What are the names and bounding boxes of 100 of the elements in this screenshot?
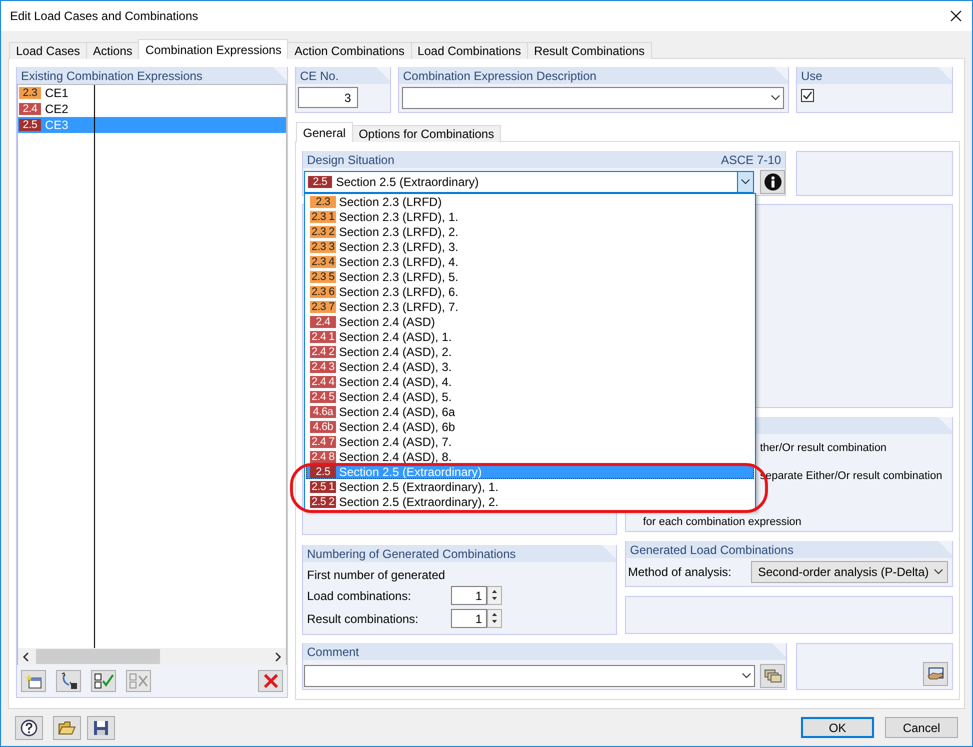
ce-number-field[interactable]: 3 xyxy=(298,87,358,108)
hand-icon[interactable] xyxy=(923,662,948,686)
situation-badge: 4.6a xyxy=(310,406,336,418)
situation-badge: 2.3 3 xyxy=(310,240,336,252)
situation-badge: 2.3 1 xyxy=(310,210,336,222)
tab[interactable]: Load Combinations xyxy=(410,42,528,59)
situation-badge: 2.4 3 xyxy=(310,360,336,372)
option-label: Section 2.4 (ASD), 2. xyxy=(339,344,452,358)
close-icon[interactable] xyxy=(950,10,962,22)
section-label: First number of generated xyxy=(307,568,446,582)
situation-badge: 2.3 4 xyxy=(310,256,336,268)
spin-buttons[interactable] xyxy=(487,586,502,605)
option-text: for each combination expression xyxy=(642,516,802,528)
panel-title: Generated Load Combinations xyxy=(630,542,794,556)
description-combobox[interactable] xyxy=(402,87,784,109)
situation-badge: 2.3 2 xyxy=(310,226,336,238)
chevron-down-icon xyxy=(770,95,780,101)
scrollbar-thumb[interactable] xyxy=(36,649,160,664)
tab[interactable]: Result Combinations xyxy=(526,42,652,59)
option-label: Section 2.3 (LRFD) xyxy=(339,194,442,208)
option-label: Section 2.4 (ASD), 7. xyxy=(339,434,452,448)
spin-buttons[interactable] xyxy=(487,609,502,628)
tab[interactable]: General xyxy=(296,122,353,142)
tab[interactable]: Combination Expressions xyxy=(138,39,288,59)
field-label: Method of analysis: xyxy=(628,565,732,579)
option-label: Section 2.5 (Extraordinary) xyxy=(339,464,482,478)
option-label: Section 2.3 (LRFD), 3. xyxy=(339,240,458,254)
design-situation-combobox[interactable]: 2.5 Section 2.5 (Extraordinary) xyxy=(304,171,754,193)
option-label: Section 2.3 (LRFD), 2. xyxy=(339,224,458,238)
tab[interactable]: Options for Combinations xyxy=(352,125,502,142)
option-label: Section 2.3 (LRFD), 5. xyxy=(339,270,458,284)
dialog-button[interactable]: OK xyxy=(801,717,874,738)
option-label: Section 2.5 (Extraordinary), 1. xyxy=(339,480,498,494)
panel-title: Numbering of Generated Combinations xyxy=(307,546,516,560)
situation-badge: 2.4 4 xyxy=(310,376,336,388)
field-label: Load combinations: xyxy=(307,588,412,602)
scrollbar[interactable] xyxy=(17,648,287,665)
chevron-down-icon xyxy=(934,569,943,575)
situation-badge: 2.3 7 xyxy=(310,300,336,312)
situation-badge: 2.4 xyxy=(310,316,336,328)
situation-badge: 2.5 xyxy=(310,466,336,478)
info-icon xyxy=(764,173,782,191)
panel-title: Comment xyxy=(307,644,360,658)
help-icon[interactable] xyxy=(15,716,43,740)
situation-badge: 2.4 7 xyxy=(310,436,336,448)
chevron-down-icon xyxy=(741,179,750,185)
option-label: Section 2.3 (LRFD), 1. xyxy=(339,210,458,224)
situation-badge: 2.3 5 xyxy=(310,270,336,282)
situation-badge: 2.4 2 xyxy=(310,346,336,358)
uncheck-all-icon[interactable] xyxy=(126,670,151,692)
situation-badge: 2.4 5 xyxy=(310,390,336,402)
situation-badge: 4.6b xyxy=(310,420,336,432)
option-label: Section 2.4 (ASD), 6b xyxy=(339,420,456,434)
expression-name: CE3 xyxy=(45,118,68,132)
dialog-button[interactable]: Cancel xyxy=(885,717,958,738)
situation-badge: 2.3 6 xyxy=(310,286,336,298)
folder-icon[interactable] xyxy=(53,716,81,740)
save-icon[interactable] xyxy=(87,716,115,740)
scroll-left-icon[interactable] xyxy=(22,652,30,662)
field-label: Result combinations: xyxy=(307,612,418,626)
situation-badge: 2.4 1 xyxy=(310,330,336,342)
list-item[interactable]: 2.3 CE1 xyxy=(18,85,286,101)
tab[interactable]: Load Cases xyxy=(9,42,88,59)
scroll-right-icon[interactable] xyxy=(274,652,282,662)
comment-combobox[interactable] xyxy=(304,665,755,687)
number-field[interactable]: 1 xyxy=(451,586,487,605)
panel-title: Combination Expression Description xyxy=(403,68,596,82)
option-label: Section 2.4 (ASD) xyxy=(339,314,436,328)
option-label: Section 2.4 (ASD), 6a xyxy=(339,404,456,418)
situation-badge: 2.4 8 xyxy=(310,450,336,462)
tab[interactable]: Action Combinations xyxy=(287,42,412,59)
situation-badge: 2.4 xyxy=(19,103,41,115)
tab[interactable]: Actions xyxy=(86,42,140,59)
panel-title: Design Situation xyxy=(307,152,394,166)
panel-title: CE No. xyxy=(300,68,339,82)
list-item[interactable]: 2.5 CE3 xyxy=(18,117,286,133)
expression-name: CE1 xyxy=(45,86,68,100)
situation-badge: 2.5 1 xyxy=(310,480,336,492)
option-label: Section 2.3 (LRFD), 6. xyxy=(339,284,458,298)
situation-badge: 2.3 xyxy=(310,196,336,208)
option-label: Section 2.4 (ASD), 5. xyxy=(339,390,452,404)
option-label: Section 2.4 (ASD), 8. xyxy=(339,450,452,464)
new-icon[interactable] xyxy=(21,670,46,692)
use-checkbox[interactable] xyxy=(801,89,814,102)
panel-title: Existing Combination Expressions xyxy=(21,68,202,82)
option-label: Section 2.4 (ASD), 1. xyxy=(339,330,452,344)
delete-icon[interactable] xyxy=(258,670,283,692)
option-label: Section 2.5 (Extraordinary), 2. xyxy=(339,494,498,508)
panel-title: Use xyxy=(801,68,822,82)
code-label: ASCE 7-10 xyxy=(720,152,781,166)
expression-name: CE2 xyxy=(45,102,68,116)
info-button[interactable] xyxy=(760,170,785,194)
dropdown-option[interactable]: 2.3 Section 2.3 (LRFD) xyxy=(306,194,754,209)
comments-list-icon[interactable] xyxy=(760,664,785,688)
option-label: Section 2.3 (LRFD), 7. xyxy=(339,300,458,314)
method-dropdown[interactable]: Second-order analysis (P-Delta) xyxy=(751,561,948,583)
situation-badge: 2.3 xyxy=(19,87,41,99)
situation-badge: 2.5 2 xyxy=(310,496,336,508)
check-all-icon[interactable] xyxy=(91,670,116,692)
number-field[interactable]: 1 xyxy=(451,609,487,628)
